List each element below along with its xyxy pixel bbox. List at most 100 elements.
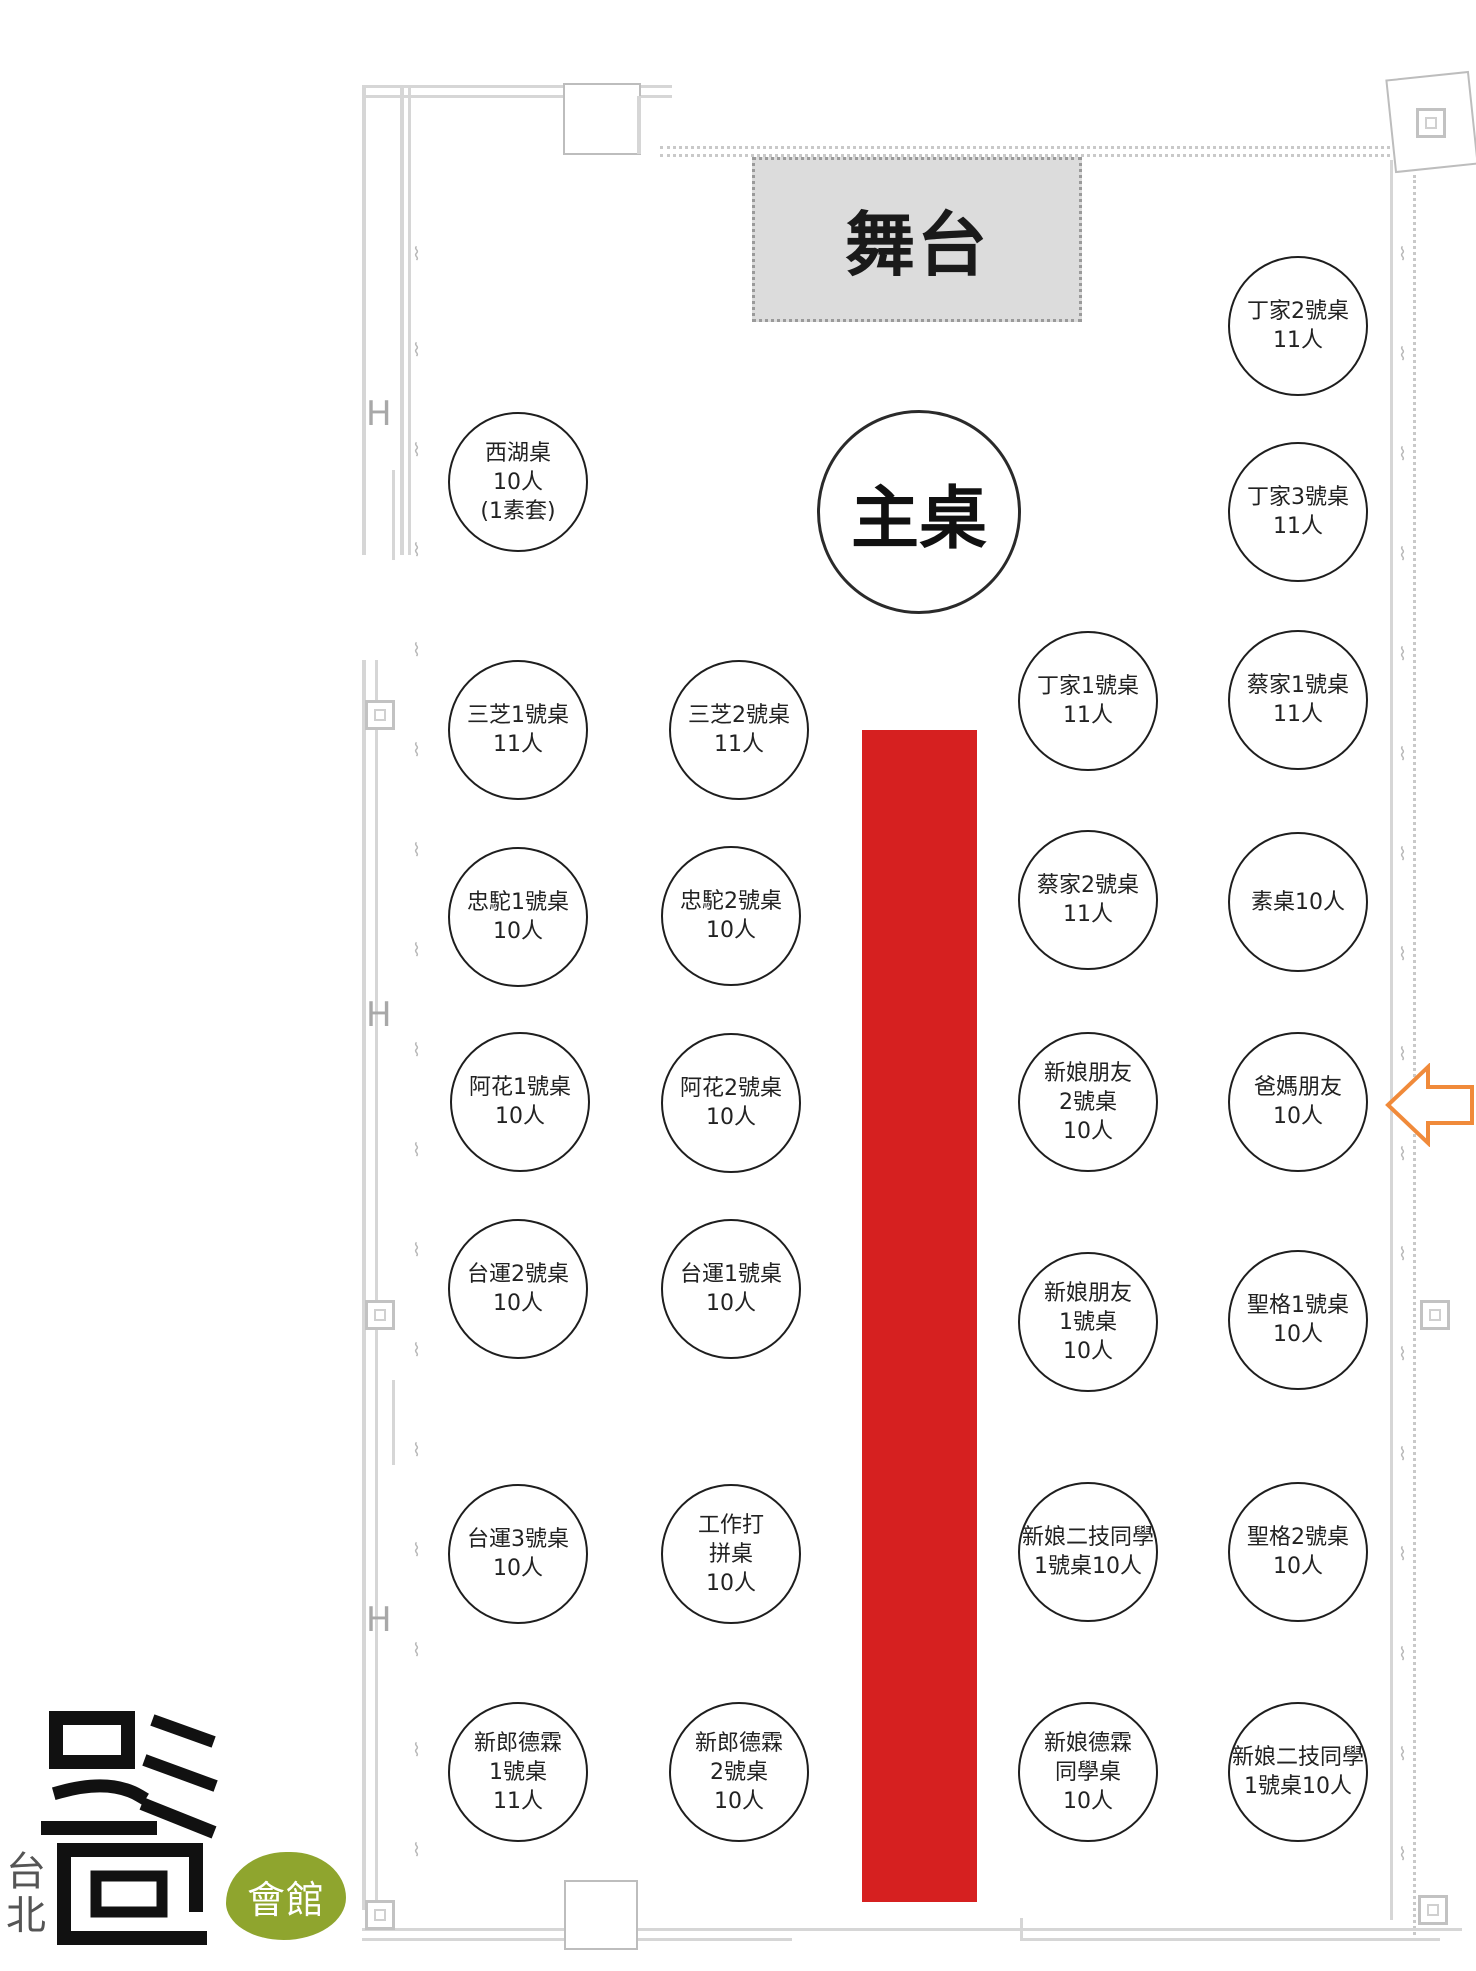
table-label-line: 蔡家1號桌 (1247, 673, 1349, 698)
left-wall-slot (392, 470, 395, 560)
orange-arrow-icon (1385, 1063, 1474, 1147)
table-label-line: 丁家2號桌 (1247, 299, 1349, 324)
wall-tick: ⌇ (412, 1640, 421, 1661)
wall-tick: ⌇ (1398, 644, 1407, 665)
left-col-square-1 (365, 700, 395, 730)
table-label-line: 台運3號桌 (467, 1527, 569, 1552)
right-dotted-wall (1413, 175, 1416, 1935)
table-label-line: 爸媽朋友 (1253, 1075, 1342, 1100)
table-label-line: 10人 (493, 1556, 543, 1581)
table-label-line: 阿花2號桌 (680, 1076, 782, 1101)
top-right-col-square (1416, 108, 1446, 138)
wall-tick: ⌇ (412, 1840, 421, 1861)
table-bride-friends-1: 新娘朋友 1號桌 10人 (1018, 1252, 1158, 1392)
table-label-line: 同學桌 (1054, 1759, 1121, 1785)
table-label-line: 三芝1號桌 (467, 703, 569, 728)
table-label-line: 10人 (706, 1105, 756, 1130)
bottom-column (564, 1880, 638, 1950)
wall-tick: ⌇ (1398, 1744, 1407, 1765)
wall-tick: ⌇ (1398, 1444, 1407, 1465)
table-label-line: 11人 (1063, 902, 1113, 927)
wall-tick: ⌇ (412, 1440, 421, 1461)
table-label-line: (1素套) (480, 498, 556, 524)
wall-tick: ⌇ (1398, 344, 1407, 365)
table-label-line: 新郎德霖 (694, 1730, 783, 1756)
wall-tick: ⌇ (1398, 844, 1407, 865)
table-label-line: 蔡家2號桌 (1037, 873, 1139, 898)
table-label-line: 三芝2號桌 (688, 703, 790, 728)
wall-tick: ⌇ (1398, 544, 1407, 565)
table-label-line: 2號桌 (710, 1759, 768, 1785)
logo-badge: 會館 (226, 1852, 346, 1940)
wall-tick: ⌇ (1398, 1144, 1407, 1165)
table-shengge2: 聖格2號桌 10人 (1228, 1482, 1368, 1622)
table-label-line: 素桌10人 (1251, 889, 1345, 915)
stage: 舞台 (752, 157, 1082, 322)
wall-tick: ⌇ (1398, 1244, 1407, 1265)
table-label-line: 10人 (706, 1291, 756, 1316)
right-wall (1390, 160, 1393, 1920)
table-shengge1: 聖格1號桌 10人 (1228, 1250, 1368, 1390)
table-sanzhi2: 三芝2號桌 11人 (669, 660, 809, 800)
table-xihu: 西湖桌 10人 (1素套) (448, 412, 588, 552)
red-carpet-aisle (862, 730, 977, 1902)
left-outer-wall (362, 85, 366, 555)
table-label-line: 丁家1號桌 (1037, 674, 1139, 699)
table-bride-deshu: 新娘德霖 同學桌 10人 (1018, 1702, 1158, 1842)
table-label-line: 10人 (493, 919, 543, 944)
wall-tick: ⌇ (1398, 1344, 1407, 1365)
table-label-line: 工作打 (697, 1512, 764, 1538)
wall-tick: ⌇ (412, 244, 421, 265)
table-label-line: 忠駝2號桌 (680, 889, 782, 914)
table-label-line: 新娘二技同學 (1021, 1525, 1154, 1550)
table-label-line: 10人 (706, 918, 756, 943)
table-label-line: 拼桌 (708, 1541, 753, 1567)
table-cai1: 蔡家1號桌 11人 (1228, 630, 1368, 770)
right-col-square-2 (1420, 1300, 1450, 1330)
table-label-line: 11人 (714, 732, 764, 757)
table-label-line: 丁家3號桌 (1247, 485, 1349, 510)
table-zhongtuo2: 忠駝2號桌 10人 (661, 846, 801, 986)
table-ahua2: 阿花2號桌 10人 (661, 1033, 801, 1173)
table-taiyun3: 台運3號桌 10人 (448, 1484, 588, 1624)
top-dotted-wall (660, 146, 1390, 149)
wall-tick: ⌇ (412, 1540, 421, 1561)
table-label-line: 10人 (714, 1788, 764, 1814)
left-wall-slot-2 (392, 1380, 395, 1465)
table-label-line: 1號桌 (1059, 1309, 1117, 1335)
table-bride-erji-1b: 新娘二技同學 1號桌10人 (1228, 1702, 1368, 1842)
table-taiyun2: 台運2號桌 10人 (448, 1219, 588, 1359)
table-label-line: 11人 (493, 1788, 543, 1814)
table-label-line: 台運1號桌 (680, 1262, 782, 1287)
table-ahua1: 阿花1號桌 10人 (450, 1032, 590, 1172)
table-label-line: 1號桌 (489, 1759, 547, 1785)
table-vegetarian: 素桌10人 (1228, 832, 1368, 972)
table-label-line: 10人 (493, 469, 543, 495)
table-label-line: 2號桌 (1059, 1089, 1117, 1115)
table-taiyun1: 台運1號桌 10人 (661, 1219, 801, 1359)
bottom-wall-4 (1020, 1918, 1023, 1940)
table-groom-deshu2: 新郎德霖 2號桌 10人 (669, 1702, 809, 1842)
wall-tick: ⌇ (1398, 1644, 1407, 1665)
right-col-square-3 (1418, 1895, 1448, 1925)
wall-tick: ⌇ (1398, 444, 1407, 465)
wall-tick: ⌇ (412, 640, 421, 661)
table-bride-friends-2: 新娘朋友 2號桌 10人 (1018, 1032, 1158, 1172)
table-label-line: 10人 (493, 1291, 543, 1316)
table-label-line: 新娘德霖 (1043, 1730, 1132, 1756)
left-wall-mid-inner (375, 660, 378, 1910)
table-ding1: 丁家1號桌 11人 (1018, 631, 1158, 771)
wall-tick: ⌇ (412, 440, 421, 461)
wall-tick: ⌇ (412, 940, 421, 961)
table-label-line: 10人 (1273, 1104, 1323, 1129)
table-label-line: 聖格1號桌 (1247, 1293, 1349, 1318)
bottom-wall-3 (1020, 1938, 1440, 1941)
wall-tick: ⌇ (1398, 744, 1407, 765)
wall-tick: ⌇ (1398, 1044, 1407, 1065)
left-col-square-3 (365, 1900, 395, 1930)
left-h-mark-1: H (366, 394, 392, 434)
left-inner-wall-2 (408, 85, 411, 555)
wall-tick: ⌇ (1398, 944, 1407, 965)
table-label-line: 11人 (1273, 514, 1323, 539)
table-label-line: 11人 (1273, 328, 1323, 353)
